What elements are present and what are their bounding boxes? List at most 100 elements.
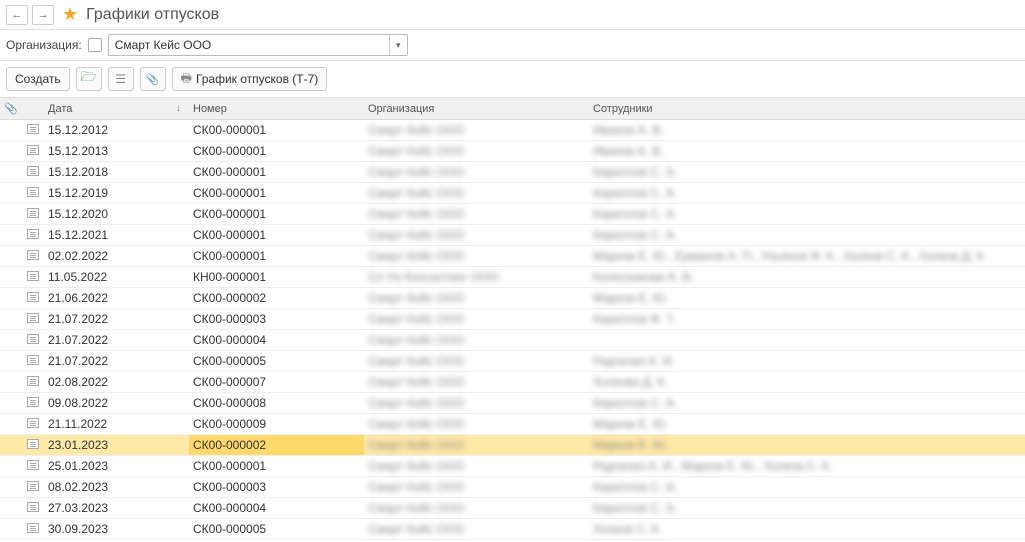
table-row[interactable]: 21.07.2022СК00-000004Смарт Кейс ООО <box>0 330 1025 351</box>
page-title: Графики отпусков <box>86 6 219 24</box>
column-number[interactable]: Номер <box>189 103 364 115</box>
document-icon <box>27 292 39 302</box>
table-row[interactable]: 21.06.2022СК00-000002Смарт Кейс ОООМарко… <box>0 288 1025 309</box>
table-row[interactable]: 15.12.2021СК00-000001Смарт Кейс ОООКирил… <box>0 225 1025 246</box>
column-org[interactable]: Организация <box>364 103 589 115</box>
cell-employees: Марков Е. Ю. <box>589 417 1025 431</box>
document-icon <box>27 166 39 176</box>
table-row[interactable]: 15.12.2012СК00-000001Смарт Кейс ОООИвано… <box>0 120 1025 141</box>
table-row[interactable]: 02.08.2022СК00-000007Смарт Кейс ОООХолко… <box>0 372 1025 393</box>
table-row[interactable]: 23.01.2023СК00-000002Смарт Кейс ОООМарко… <box>0 435 1025 456</box>
table-row[interactable]: 08.02.2023СК00-000003Смарт Кейс ОООКирил… <box>0 477 1025 498</box>
document-icon <box>27 439 39 449</box>
cell-employees: Холков С. К. <box>589 522 1025 536</box>
table-row[interactable]: 02.02.2022СК00-000001Смарт Кейс ОООМарко… <box>0 246 1025 267</box>
open-button[interactable]: 🗁 <box>76 67 102 91</box>
cell-date: 21.11.2022 <box>44 417 189 431</box>
cell-employees: Кириллов С. А. <box>589 228 1025 242</box>
titlebar: ← → ★ Графики отпусков <box>0 0 1025 30</box>
table-row[interactable]: 21.07.2022СК00-000003Смарт Кейс ОООКирил… <box>0 309 1025 330</box>
cell-employees: Кириллов С. А. <box>589 165 1025 179</box>
org-filter-label: Организация: <box>6 38 82 52</box>
folder-open-icon: 🗁 <box>81 68 97 90</box>
table-row[interactable]: 30.09.2023СК00-000005Смарт Кейс ОООХолко… <box>0 519 1025 540</box>
cell-org: Смарт Кейс ООО <box>364 354 589 368</box>
table-row[interactable]: 15.12.2013СК00-000001Смарт Кейс ОООИвано… <box>0 141 1025 162</box>
cell-doc-icon <box>22 417 44 431</box>
cell-doc-icon <box>22 186 44 200</box>
favorite-icon[interactable]: ★ <box>62 4 78 25</box>
cell-employees: Иванов А. В. <box>589 144 1025 158</box>
cell-number: СК00-000001 <box>189 456 364 476</box>
cell-employees: Марков Е. Ю. <box>589 291 1025 305</box>
cell-doc-icon <box>22 144 44 158</box>
cell-date: 15.12.2013 <box>44 144 189 158</box>
cell-employees: Кириллов С. А. <box>589 186 1025 200</box>
table-row[interactable]: 15.12.2019СК00-000001Смарт Кейс ОООКирил… <box>0 183 1025 204</box>
org-combo[interactable]: Смарт Кейс ООО ▾ <box>108 34 408 56</box>
cell-doc-icon <box>22 522 44 536</box>
cell-employees: Кириллов С. А. <box>589 207 1025 221</box>
cell-doc-icon <box>22 207 44 221</box>
filter-row: Организация: Смарт Кейс ООО ▾ <box>0 30 1025 61</box>
cell-date: 08.02.2023 <box>44 480 189 494</box>
org-combo-dropdown-button[interactable]: ▾ <box>389 35 407 55</box>
cell-number: СК00-000002 <box>189 288 364 308</box>
cell-number: СК00-000003 <box>189 477 364 497</box>
cell-date: 21.07.2022 <box>44 354 189 368</box>
cell-number: СК00-000005 <box>189 519 364 539</box>
cell-date: 15.12.2020 <box>44 207 189 221</box>
cell-employees: Кириллов С. А. <box>589 501 1025 515</box>
table-row[interactable]: 09.08.2022СК00-000008Смарт Кейс ОООКирил… <box>0 393 1025 414</box>
column-employees[interactable]: Сотрудники <box>589 103 1025 115</box>
back-button[interactable]: ← <box>6 5 28 25</box>
cell-doc-icon <box>22 459 44 473</box>
cell-org: Смарт Кейс ООО <box>364 291 589 305</box>
document-icon <box>27 145 39 155</box>
table: 📎 Дата ↓ Номер Организация Сотрудники 15… <box>0 97 1025 540</box>
cell-employees: Кириллов С. А. <box>589 396 1025 410</box>
document-icon <box>27 124 39 134</box>
cell-org: Смарт Кейс ООО <box>364 207 589 221</box>
print-button[interactable]: 🖶 График отпусков (Т-7) <box>172 67 328 91</box>
forward-button[interactable]: → <box>32 5 54 25</box>
table-row[interactable]: 15.12.2018СК00-000001Смарт Кейс ОООКирил… <box>0 162 1025 183</box>
cell-number: СК00-000001 <box>189 204 364 224</box>
list-icon: ☰ <box>115 72 126 86</box>
cell-doc-icon <box>22 501 44 515</box>
document-icon <box>27 418 39 428</box>
org-combo-value[interactable]: Смарт Кейс ООО <box>109 35 389 55</box>
cell-org: Смарт Кейс ООО <box>364 186 589 200</box>
cell-employees: Марков Е. Ю., Ерманов А. П., Ульянов Ф. … <box>589 249 1025 263</box>
cell-number: СК00-000001 <box>189 141 364 161</box>
document-icon <box>27 523 39 533</box>
column-date[interactable]: Дата ↓ <box>44 103 189 115</box>
table-row[interactable]: 21.07.2022СК00-000005Смарт Кейс ОООРадче… <box>0 351 1025 372</box>
cell-org: Смарт Кейс ООО <box>364 417 589 431</box>
table-row[interactable]: 11.05.2022КН00-000001Со Уа Консалтинг ОО… <box>0 267 1025 288</box>
create-button[interactable]: Создать <box>6 67 70 91</box>
document-icon <box>27 187 39 197</box>
paperclip-icon: 📎 <box>146 73 160 86</box>
table-row[interactable]: 15.12.2020СК00-000001Смарт Кейс ОООКирил… <box>0 204 1025 225</box>
table-row[interactable]: 25.01.2023СК00-000001Смарт Кейс ОООРадче… <box>0 456 1025 477</box>
document-icon <box>27 460 39 470</box>
table-row[interactable]: 27.03.2023СК00-000004Смарт Кейс ОООКирил… <box>0 498 1025 519</box>
cell-number: СК00-000002 <box>189 435 364 455</box>
cell-org: Смарт Кейс ООО <box>364 333 589 347</box>
cell-date: 15.12.2018 <box>44 165 189 179</box>
document-icon <box>27 334 39 344</box>
list-button[interactable]: ☰ <box>108 67 134 91</box>
printer-icon: 🖶 <box>181 69 192 90</box>
table-row[interactable]: 21.11.2022СК00-000009Смарт Кейс ОООМарко… <box>0 414 1025 435</box>
cell-org: Смарт Кейс ООО <box>364 312 589 326</box>
column-attachments[interactable]: 📎 <box>0 102 22 115</box>
cell-number: СК00-000003 <box>189 309 364 329</box>
document-icon <box>27 313 39 323</box>
cell-date: 02.08.2022 <box>44 375 189 389</box>
attachment-button[interactable]: 📎 <box>140 67 166 91</box>
table-body: 15.12.2012СК00-000001Смарт Кейс ОООИвано… <box>0 120 1025 540</box>
cell-date: 15.12.2021 <box>44 228 189 242</box>
cell-date: 15.12.2012 <box>44 123 189 137</box>
org-filter-checkbox[interactable] <box>88 38 102 52</box>
